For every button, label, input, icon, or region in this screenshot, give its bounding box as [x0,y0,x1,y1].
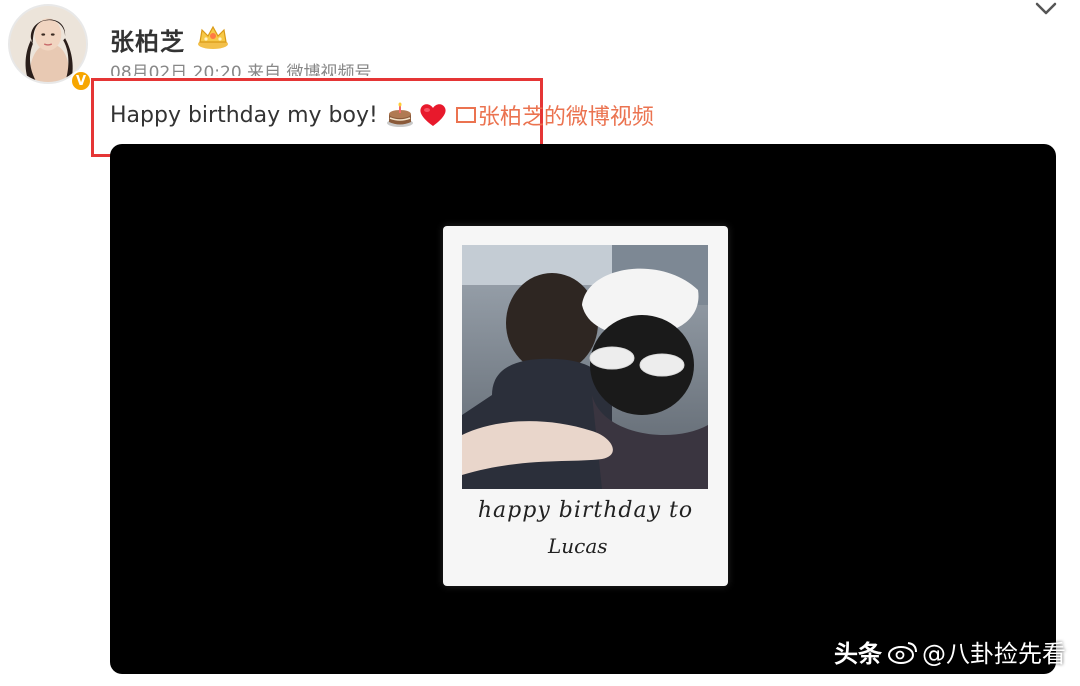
watermark: 头条 @八卦捡先看 [834,634,1066,669]
avatar-container[interactable]: V [8,4,92,92]
video-link-label[interactable]: 张柏芝的微博视频 [478,99,654,131]
weibo-icon [888,641,917,664]
chevron-down-icon[interactable] [1034,0,1058,20]
polaroid-caption-line1: happy birthday to [477,498,694,523]
username[interactable]: 张柏芝 [110,22,185,57]
video-player[interactable]: happy birthday to Lucas [110,144,1056,674]
polaroid-caption-line2: Lucas [548,534,608,558]
polaroid-photo [462,245,708,489]
verified-badge-icon: V [70,70,92,92]
heart-icon [420,104,446,126]
post-text: Happy birthday my boy! [110,102,378,128]
post-text-row: Happy birthday my boy! 张柏芝的微博视频 [110,99,654,131]
post-meta: 08月02日 20:20 来自 微博视频号 [110,63,372,76]
video-link[interactable]: 张柏芝的微博视频 [455,99,654,131]
crown-icon [198,25,228,49]
cake-icon [386,102,413,127]
watermark-handle: @八卦捡先看 [922,640,1066,668]
polaroid-frame: happy birthday to Lucas [443,226,728,586]
video-link-icon [455,107,476,123]
watermark-source: 头条 [834,640,882,668]
